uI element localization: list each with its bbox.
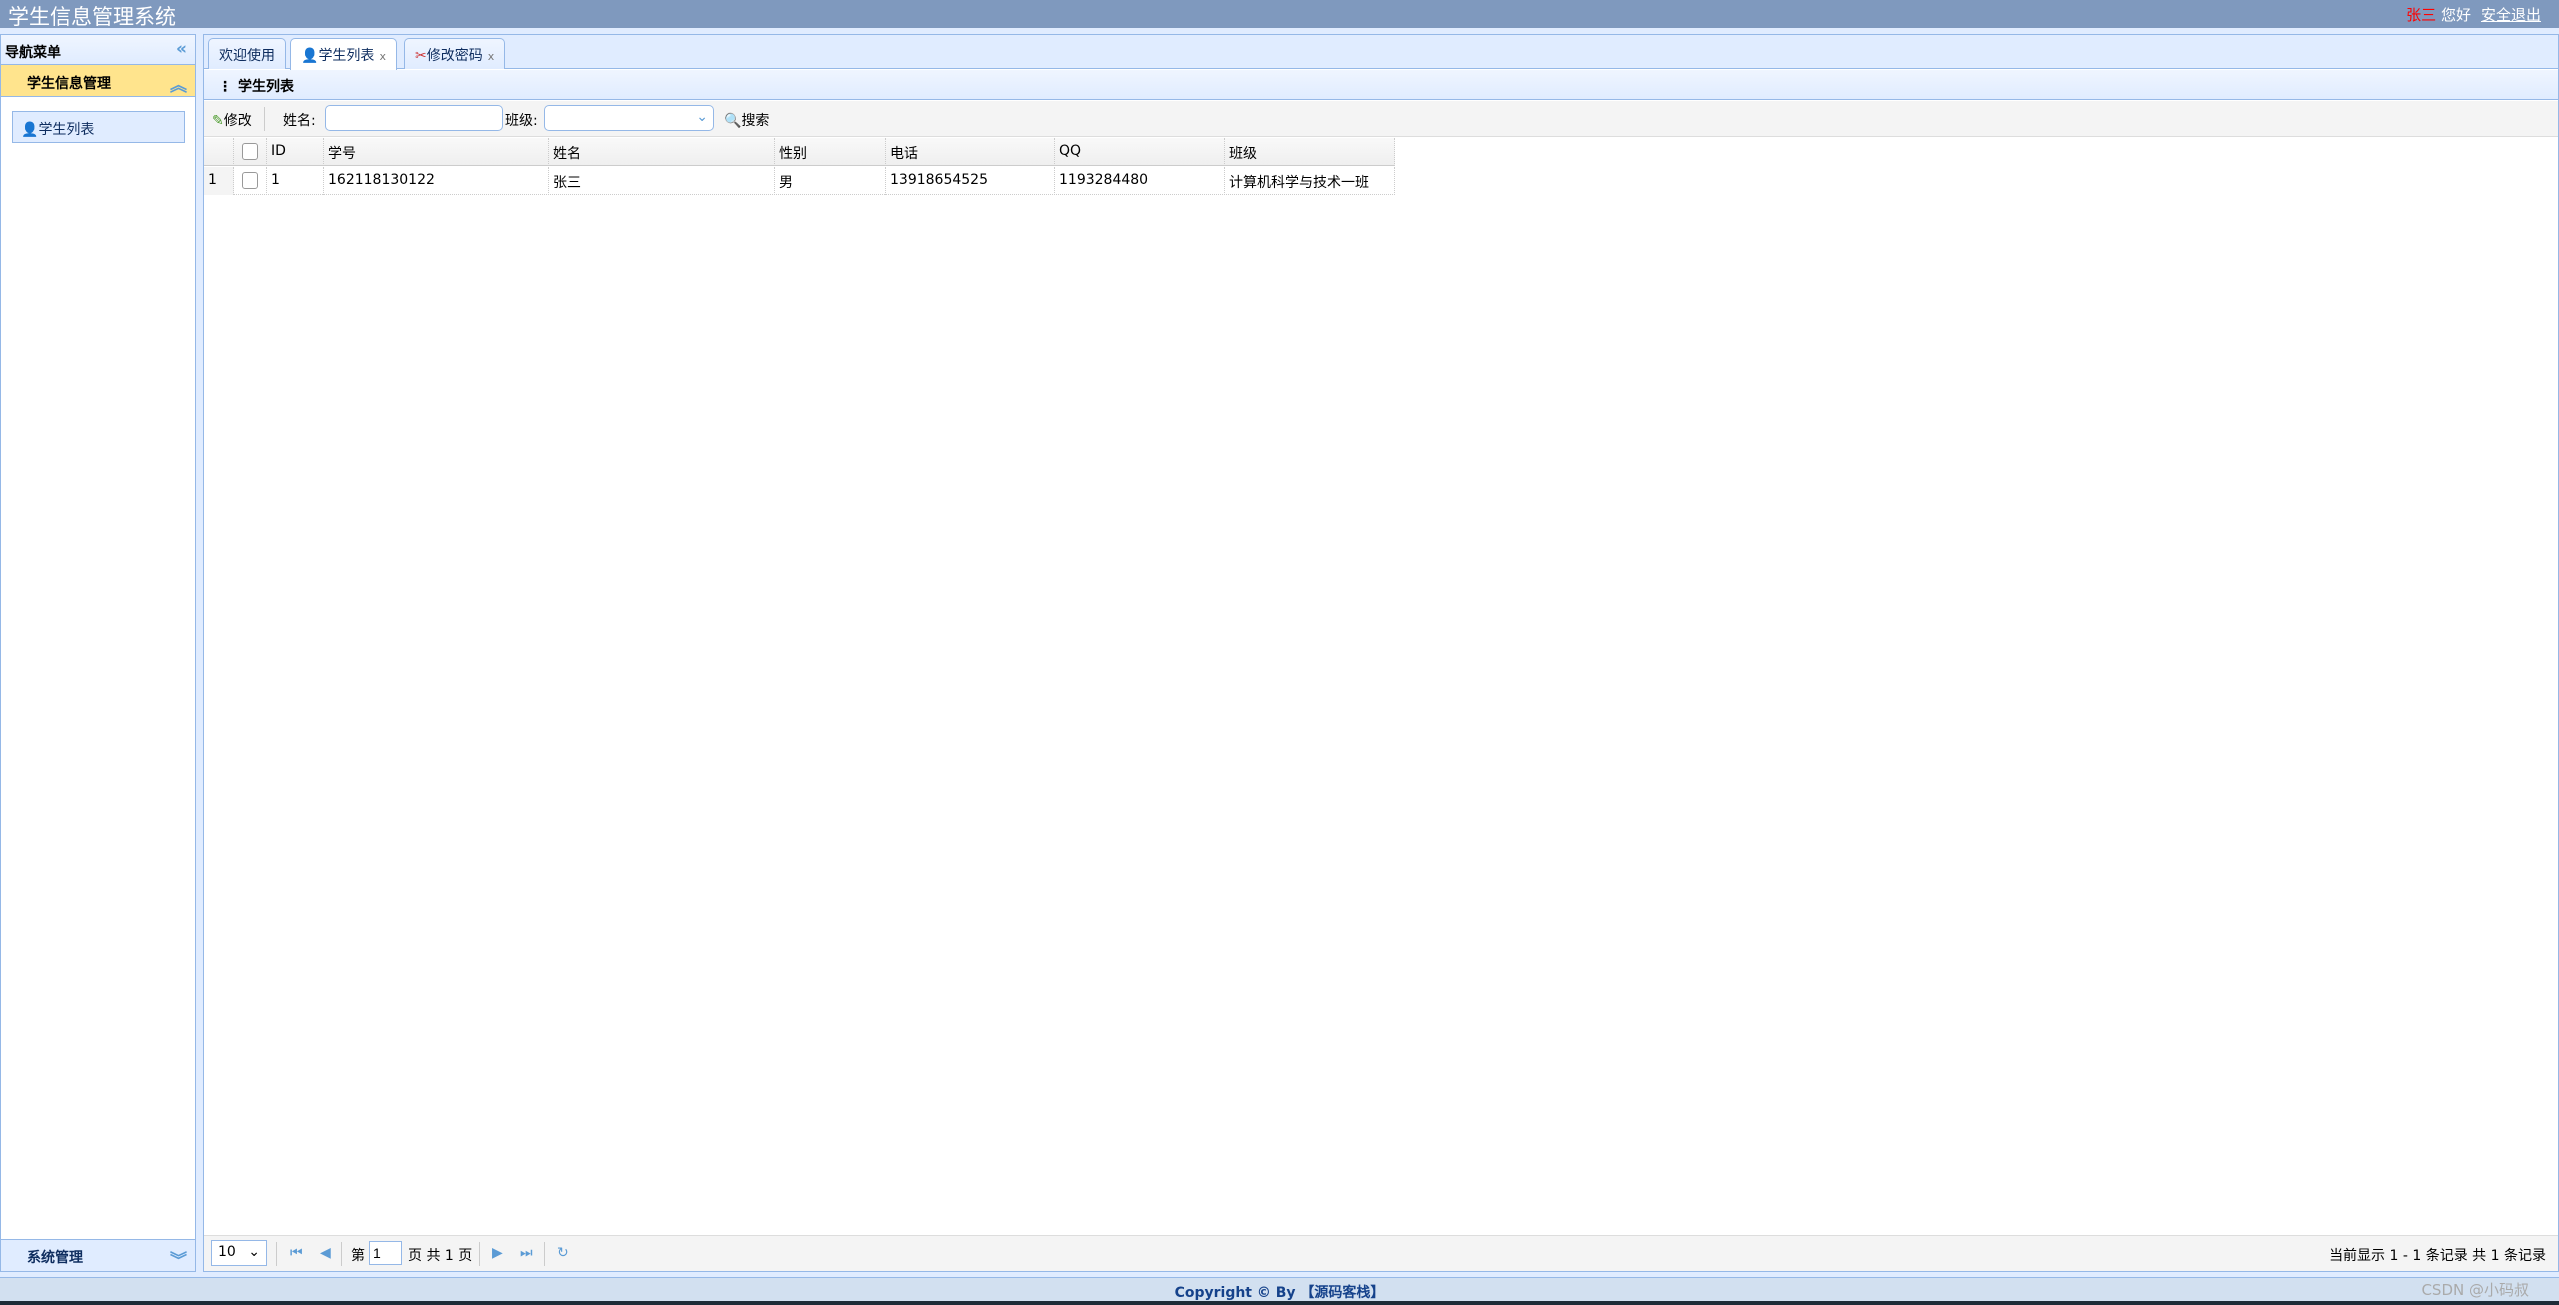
watermark: CSDN @小码叔	[2421, 1281, 2529, 1299]
cell-class: 计算机科学与技术一班	[1225, 167, 1395, 195]
divider	[276, 1242, 277, 1266]
close-icon[interactable]: x	[379, 50, 386, 63]
divider	[479, 1242, 480, 1266]
edit-button[interactable]: ✎修改	[212, 110, 252, 130]
cell-student-no: 162118130122	[324, 167, 549, 195]
user-icon: 👤	[301, 48, 319, 64]
column-header[interactable]: 班级	[1225, 138, 1395, 166]
divider	[341, 1242, 342, 1266]
cell-phone: 13918654525	[886, 167, 1055, 195]
row-checkbox[interactable]	[242, 172, 258, 189]
user-name: 张三	[2406, 6, 2437, 24]
sidebar-item-student-list[interactable]: 👤学生列表	[12, 111, 185, 143]
panel-title: ⋮ 学生列表	[204, 70, 2558, 100]
pencil-icon: ✎	[212, 113, 224, 129]
tab-bar: 欢迎使用 👤学生列表 x ✂修改密码 x	[204, 35, 2558, 70]
collapse-left-icon[interactable]: «	[176, 39, 187, 59]
chevron-down-icon: ⌄	[696, 109, 708, 125]
rownum-header	[204, 138, 234, 166]
select-all-cell	[234, 138, 267, 166]
sidebar-header: 导航菜单 «	[1, 35, 195, 65]
tab-student-list[interactable]: 👤学生列表 x	[290, 38, 397, 70]
column-header[interactable]: 姓名	[549, 138, 775, 166]
column-header[interactable]: ID	[267, 138, 324, 166]
record-info: 当前显示 1 - 1 条记录 共 1 条记录	[2329, 1248, 2546, 1264]
accordion-system-management[interactable]: 系统管理 ︾	[1, 1239, 195, 1271]
logout-link[interactable]: 安全退出	[2481, 6, 2541, 24]
menu-dots-icon: ⋮	[218, 79, 232, 95]
column-header[interactable]: 性别	[775, 138, 886, 166]
page-input[interactable]	[369, 1241, 402, 1265]
divider	[264, 107, 265, 131]
panel-title-text: 学生列表	[238, 79, 294, 95]
tools-icon: ✂	[415, 48, 427, 64]
name-input[interactable]	[325, 105, 503, 131]
accordion-label: 系统管理	[27, 1250, 83, 1266]
close-icon[interactable]: x	[488, 50, 495, 63]
tab-label: 欢迎使用	[219, 48, 275, 64]
divider	[544, 1242, 545, 1266]
sidebar-title: 导航菜单	[5, 45, 61, 61]
row-select-cell	[234, 167, 267, 195]
last-page-icon[interactable]: ⏭	[520, 1245, 533, 1261]
app-title: 学生信息管理系统	[8, 5, 176, 29]
chevron-up-icon[interactable]: ︽	[170, 71, 187, 96]
user-icon: 👤	[21, 122, 39, 138]
footer: Copyright © By 【源码客栈】	[0, 1277, 2559, 1302]
accordion-student-management[interactable]: 学生信息管理 ︽	[1, 65, 195, 97]
next-page-icon[interactable]: ▶	[492, 1245, 503, 1261]
sidebar-item-label: 学生列表	[38, 122, 95, 138]
row-number: 1	[204, 167, 234, 195]
cell-name: 张三	[549, 167, 775, 195]
cell-qq: 1193284480	[1055, 167, 1225, 195]
select-all-checkbox[interactable]	[242, 143, 258, 160]
name-label: 姓名:	[283, 113, 316, 129]
column-header[interactable]: 学号	[324, 138, 549, 166]
search-button[interactable]: 🔍搜索	[724, 110, 769, 130]
grid-header: ID 学号 姓名 性别 电话 QQ 班级	[204, 138, 1395, 166]
search-icon: 🔍	[724, 113, 742, 129]
edit-label: 修改	[223, 113, 252, 129]
main-panel: 欢迎使用 👤学生列表 x ✂修改密码 x ⋮ 学生列表 ✎修改 姓名: 班级: ⌄ 🔍…	[203, 34, 2559, 1272]
column-header[interactable]: 电话	[886, 138, 1055, 166]
toolbar: ✎修改 姓名: 班级: ⌄ 🔍搜索	[204, 101, 2558, 137]
bottom-strip	[0, 1301, 2559, 1305]
accordion-label: 学生信息管理	[27, 76, 111, 92]
search-label: 搜索	[741, 113, 770, 129]
tab-change-password[interactable]: ✂修改密码 x	[404, 38, 506, 69]
page-size-select[interactable]: 10 ⌄	[211, 1240, 267, 1266]
sidebar: 导航菜单 « 学生信息管理 ︽ 👤学生列表 系统管理 ︾	[0, 34, 196, 1272]
chevron-down-icon[interactable]: ︾	[170, 1246, 187, 1271]
cell-gender: 男	[775, 167, 886, 195]
greeting: 您好	[2440, 6, 2471, 24]
tab-label: 学生列表	[318, 48, 375, 64]
tab-label: 修改密码	[426, 48, 483, 64]
page-total: 页 共 1 页	[408, 1248, 473, 1264]
page-size-value: 10	[218, 1244, 236, 1260]
class-select[interactable]: ⌄	[544, 105, 714, 131]
prev-page-icon[interactable]: ◀	[320, 1245, 331, 1261]
tab-welcome[interactable]: 欢迎使用	[208, 38, 286, 69]
refresh-icon[interactable]: ↻	[557, 1245, 569, 1261]
chevron-down-icon: ⌄	[248, 1244, 260, 1260]
cell-id: 1	[267, 167, 324, 195]
page-prefix: 第	[351, 1248, 365, 1264]
column-header[interactable]: QQ	[1055, 138, 1225, 166]
user-info: 张三 您好 安全退出	[2406, 4, 2541, 25]
table-row[interactable]: 1 1 162118130122 张三 男 13918654525 119328…	[204, 167, 1395, 195]
top-bar: 学生信息管理系统 张三 您好 安全退出	[0, 0, 2559, 29]
class-label: 班级:	[505, 113, 538, 129]
first-page-icon[interactable]: ⏮	[290, 1245, 303, 1261]
pagination: 10 ⌄ ⏮ ◀ 第 页 共 1 页 ▶ ⏭ ↻ 当前显示 1 - 1 条记录 共…	[204, 1235, 2558, 1271]
